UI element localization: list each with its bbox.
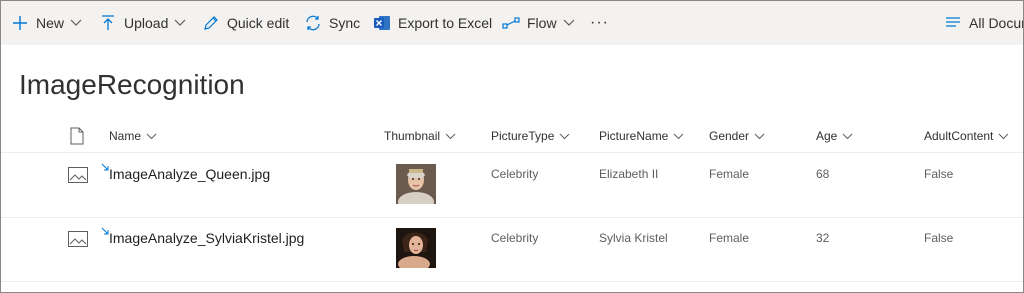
new-label: New [36, 15, 65, 31]
upload-label: Upload [124, 15, 169, 31]
gender-value: Female [709, 231, 750, 245]
adultcontent-value: False [924, 167, 954, 181]
table-row[interactable]: ImageAnalyze_SylviaKristel.jpg Celebrity… [1, 218, 1023, 282]
chevron-down-icon [754, 133, 765, 140]
picturename-value: Elizabeth II [599, 167, 659, 181]
document-library-view: New Upload Quick edit Sync Export to Exc… [0, 0, 1024, 293]
column-header-label: PictureName [599, 129, 669, 143]
export-to-excel-button[interactable]: Export to Excel [372, 1, 492, 45]
column-header-age[interactable]: Age [816, 129, 853, 143]
file-type-header-icon[interactable] [70, 127, 84, 148]
command-bar: New Upload Quick edit Sync Export to Exc… [1, 1, 1024, 45]
view-selector-button[interactable]: All Docur [943, 1, 1024, 45]
export-label: Export to Excel [398, 15, 493, 31]
column-header-label: Name [109, 129, 142, 143]
age-value: 32 [816, 231, 830, 245]
table-row[interactable]: ImageAnalyze_Queen.jpg Celebrity Elizabe… [1, 154, 1023, 218]
flow-label: Flow [527, 15, 557, 31]
column-header-label: PictureType [491, 129, 555, 143]
list-icon [943, 13, 963, 33]
plus-icon [10, 13, 30, 33]
excel-icon [372, 13, 392, 33]
chevron-down-icon [673, 133, 684, 140]
chevron-down-icon [563, 19, 575, 27]
new-button[interactable]: New [10, 1, 82, 45]
picturetype-value: Celebrity [491, 231, 539, 245]
thumbnail-image[interactable] [396, 164, 436, 204]
chevron-down-icon [70, 19, 82, 27]
image-file-icon [68, 231, 88, 252]
more-label: ··· [590, 14, 609, 31]
more-actions-button[interactable]: ··· [590, 1, 609, 45]
flow-icon [501, 13, 521, 33]
column-header-gender[interactable]: Gender [709, 129, 765, 143]
sync-icon [303, 13, 323, 33]
gender-value: Female [709, 167, 750, 181]
quick-edit-button[interactable]: Quick edit [201, 1, 289, 45]
column-header-picturetype[interactable]: PictureType [491, 129, 570, 143]
age-value: 68 [816, 167, 830, 181]
file-name-link[interactable]: ImageAnalyze_Queen.jpg [109, 166, 270, 182]
column-header-label: Age [816, 129, 838, 143]
thumbnail-image[interactable] [396, 228, 436, 268]
column-header-thumbnail[interactable]: Thumbnail [384, 129, 456, 143]
picturetype-value: Celebrity [491, 167, 539, 181]
column-header-picturename[interactable]: PictureName [599, 129, 684, 143]
sync-label: Sync [329, 15, 361, 31]
column-header-adultcontent[interactable]: AdultContent [924, 129, 1009, 143]
chevron-down-icon [146, 133, 157, 140]
flow-button[interactable]: Flow [501, 1, 575, 45]
column-header-name[interactable]: Name [109, 129, 157, 143]
column-header-label: Thumbnail [384, 129, 441, 143]
column-header-label: Gender [709, 129, 750, 143]
page-title: ImageRecognition [19, 69, 245, 100]
image-file-icon [68, 167, 88, 188]
chevron-down-icon [445, 133, 456, 140]
upload-arrow-icon [98, 13, 118, 33]
view-label: All Docur [969, 15, 1024, 31]
pencil-icon [201, 13, 221, 33]
upload-button[interactable]: Upload [98, 1, 186, 45]
adultcontent-value: False [924, 231, 954, 245]
column-header-label: AdultContent [924, 129, 994, 143]
chevron-down-icon [998, 133, 1009, 140]
chevron-down-icon [842, 133, 853, 140]
quick-edit-label: Quick edit [227, 15, 290, 31]
file-name-link[interactable]: ImageAnalyze_SylviaKristel.jpg [109, 230, 304, 246]
picturename-value: Sylvia Kristel [599, 231, 668, 245]
sync-button[interactable]: Sync [303, 1, 360, 45]
list-header: Name Thumbnail PictureType PictureName G… [1, 121, 1023, 153]
chevron-down-icon [174, 19, 186, 27]
chevron-down-icon [559, 133, 570, 140]
